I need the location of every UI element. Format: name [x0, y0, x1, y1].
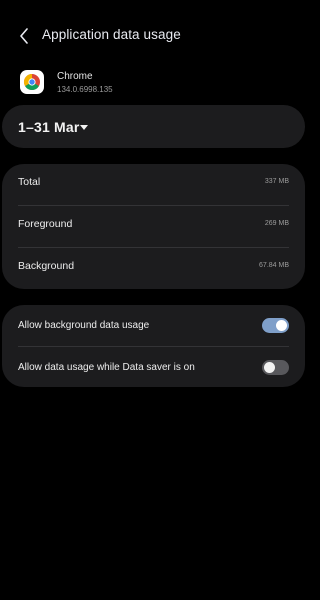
- usage-value: 269 MB: [264, 220, 289, 227]
- background-data-switch[interactable]: [262, 318, 289, 333]
- date-range-selector[interactable]: 1–31 Mar: [2, 105, 305, 148]
- data-settings-card: Allow background data usage Allow data u…: [2, 305, 305, 387]
- usage-value: 67.84 MB: [259, 262, 289, 269]
- usage-label: Foreground: [18, 218, 73, 230]
- usage-summary-card: Total 337 MB Foreground 269 MB Backgroun…: [2, 164, 305, 289]
- switch-knob: [264, 362, 275, 373]
- usage-value: 337 MB: [264, 178, 289, 185]
- back-arrow-icon: [20, 28, 28, 44]
- app-bar: Application data usage: [0, 0, 306, 70]
- usage-row-background: Background 67.84 MB: [2, 248, 305, 290]
- switch-knob: [276, 320, 287, 331]
- app-info: Chrome 134.0.6998.135: [0, 66, 306, 102]
- toggle-label: Allow background data usage: [18, 320, 150, 331]
- usage-row-total: Total 337 MB: [2, 164, 305, 206]
- usage-label: Total: [18, 176, 41, 188]
- app-name: Chrome: [57, 71, 93, 82]
- page-title: Application data usage: [42, 27, 181, 42]
- toggle-row-data-saver[interactable]: Allow data usage while Data saver is on: [2, 347, 305, 388]
- toggle-row-background-data[interactable]: Allow background data usage: [2, 305, 305, 346]
- toggle-label: Allow data usage while Data saver is on: [18, 362, 195, 373]
- back-button[interactable]: [14, 25, 34, 47]
- dropdown-caret-icon: [80, 125, 88, 130]
- data-saver-switch[interactable]: [262, 360, 289, 375]
- chrome-icon: [20, 70, 44, 94]
- usage-label: Background: [18, 260, 75, 272]
- app-version: 134.0.6998.135: [57, 85, 113, 94]
- usage-row-foreground: Foreground 269 MB: [2, 206, 305, 248]
- date-range-label: 1–31 Mar: [18, 119, 80, 135]
